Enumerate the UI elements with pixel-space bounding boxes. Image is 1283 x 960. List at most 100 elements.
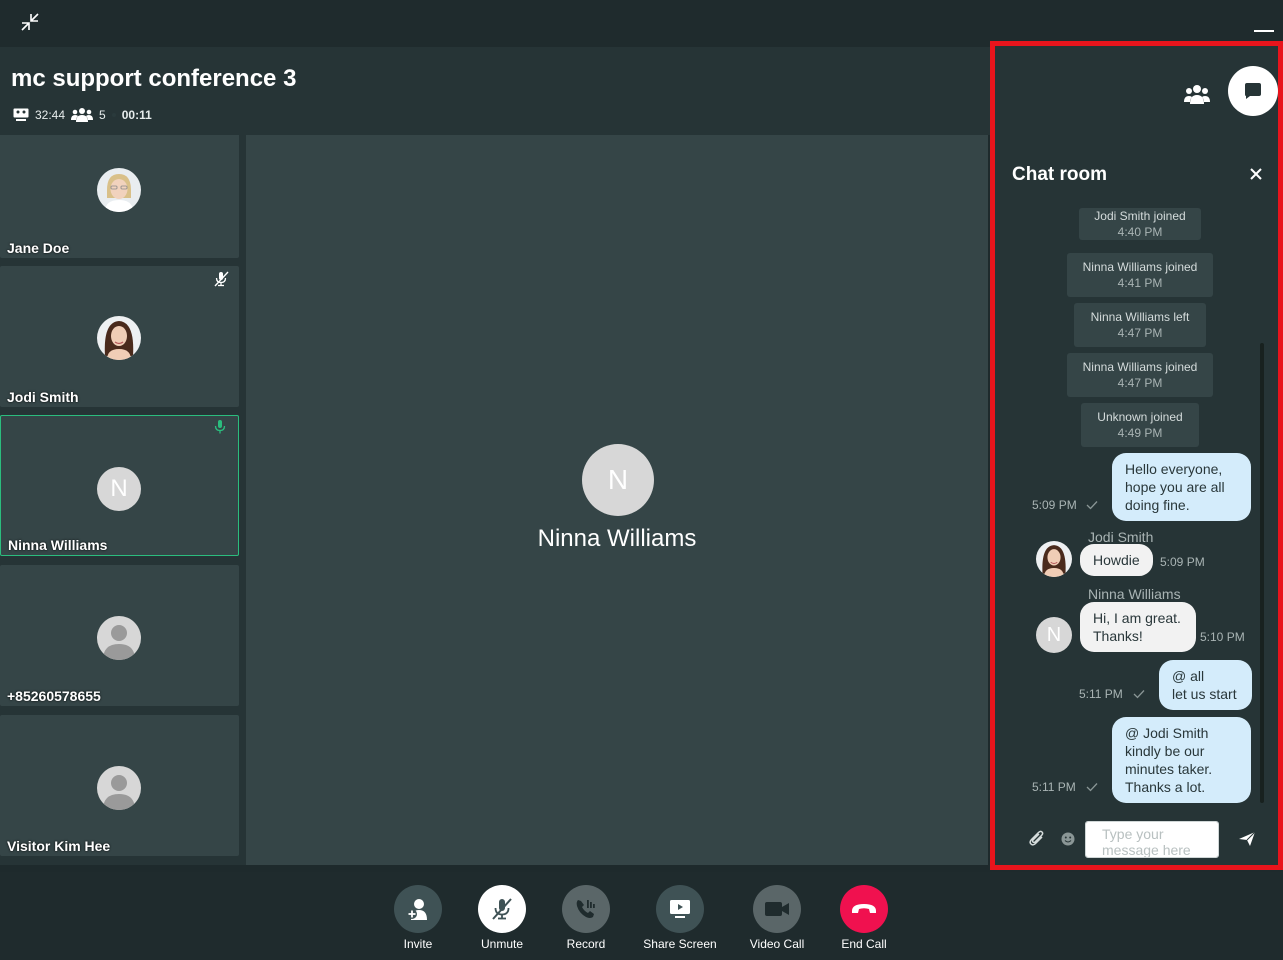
participant-tile[interactable]: Visitor Kim Hee bbox=[0, 715, 239, 856]
chat-scrollbar[interactable] bbox=[1260, 343, 1264, 803]
mic-muted-icon bbox=[214, 271, 229, 287]
message-time: 5:11 PM bbox=[1079, 687, 1123, 701]
chat-panel: Chat room Jodi Smith joined 4:40 PM Ninn… bbox=[990, 41, 1283, 870]
message-line: @ all bbox=[1172, 668, 1205, 684]
system-message: Jodi Smith joined 4:40 PM bbox=[1079, 208, 1201, 240]
chat-title: Chat room bbox=[1012, 164, 1107, 185]
message-time: 5:10 PM bbox=[1200, 630, 1245, 644]
avatar-photo bbox=[97, 168, 141, 212]
share-screen-button[interactable]: Share Screen bbox=[635, 885, 725, 951]
conference-header: mc support conference 3 32:44 5 00:11 bbox=[0, 47, 990, 135]
system-message: Ninna Williams joined 4:47 PM bbox=[1067, 353, 1213, 397]
end-call-button[interactable]: End Call bbox=[819, 885, 909, 951]
emoji-icon[interactable] bbox=[1061, 832, 1075, 846]
participant-tile-active[interactable]: N Ninna Williams bbox=[0, 415, 239, 556]
paperclip-icon[interactable] bbox=[1028, 829, 1046, 849]
system-message: Ninna Williams left 4:47 PM bbox=[1074, 303, 1206, 347]
close-icon[interactable] bbox=[1248, 166, 1264, 182]
system-message: Unknown joined 4:49 PM bbox=[1081, 403, 1199, 447]
message-line: hope you are all bbox=[1125, 479, 1225, 495]
invite-button[interactable]: Invite bbox=[373, 885, 463, 951]
video-call-button[interactable]: Video Call bbox=[732, 885, 822, 951]
participants-group-icon[interactable] bbox=[1184, 84, 1210, 106]
avatar-letter: N bbox=[97, 467, 141, 511]
call-controls-bar: Invite Unmute Record Share Screen Video … bbox=[0, 872, 1283, 960]
record-icon bbox=[576, 900, 595, 918]
invite-button-circle[interactable] bbox=[394, 885, 442, 933]
message-line: doing fine. bbox=[1125, 497, 1190, 513]
message-line: Thanks a lot. bbox=[1125, 779, 1206, 795]
chat-message-outgoing[interactable]: Hello everyone, hope you are all doing f… bbox=[1112, 453, 1251, 521]
video-camera-icon bbox=[765, 902, 789, 916]
checkmark-icon bbox=[1133, 690, 1145, 699]
sender-avatar bbox=[1036, 541, 1072, 577]
message-line: Howdie bbox=[1093, 552, 1140, 568]
end-call-button-circle[interactable] bbox=[840, 885, 888, 933]
participant-tile[interactable]: Jodi Smith bbox=[0, 266, 239, 407]
participants-icon bbox=[71, 108, 94, 122]
avatar-generic-icon bbox=[97, 766, 141, 810]
unmute-button[interactable]: Unmute bbox=[457, 885, 547, 951]
conference-stats: 32:44 5 00:11 bbox=[13, 108, 152, 122]
shrink-icon[interactable] bbox=[20, 12, 40, 32]
record-button[interactable]: Record bbox=[541, 885, 631, 951]
chat-toggle-button[interactable] bbox=[1228, 66, 1278, 116]
mic-speaking-icon bbox=[214, 420, 226, 434]
share-screen-button-circle[interactable] bbox=[656, 885, 704, 933]
system-message-time: 4:47 PM bbox=[1117, 326, 1163, 340]
video-call-button-circle[interactable] bbox=[753, 885, 801, 933]
participants-list: Jane Doe Jodi Smith N Ninna Williams +85… bbox=[0, 135, 246, 865]
avatar bbox=[97, 168, 141, 212]
separator-dot bbox=[111, 113, 116, 117]
chat-message-incoming[interactable]: Howdie bbox=[1080, 544, 1153, 576]
participant-name: +85260578655 bbox=[7, 688, 101, 704]
system-message: Ninna Williams joined 4:41 PM bbox=[1067, 253, 1213, 297]
conference-title: mc support conference 3 bbox=[11, 65, 297, 92]
main-stage: N Ninna Williams bbox=[246, 135, 988, 865]
participant-tile[interactable]: Jane Doe bbox=[0, 135, 239, 258]
message-time: 5:09 PM bbox=[1160, 555, 1205, 569]
chat-message-outgoing[interactable]: @ Jodi Smith kindly be our minutes taker… bbox=[1112, 717, 1251, 803]
system-message-time: 4:49 PM bbox=[1117, 426, 1163, 440]
control-label: Unmute bbox=[480, 937, 524, 951]
send-icon[interactable] bbox=[1238, 831, 1256, 847]
chat-message-incoming[interactable]: Hi, I am great. Thanks! bbox=[1080, 602, 1196, 652]
avatar bbox=[97, 316, 141, 360]
stage-avatar: N bbox=[582, 444, 654, 516]
system-message-text: Unknown joined bbox=[1097, 410, 1183, 424]
message-line: Hello everyone, bbox=[1125, 461, 1223, 477]
message-line: let us start bbox=[1172, 686, 1237, 702]
message-input[interactable] bbox=[1085, 821, 1219, 858]
mic-off-icon bbox=[492, 898, 512, 920]
system-message-text: Ninna Williams joined bbox=[1082, 260, 1198, 274]
chat-bubble-icon bbox=[1245, 83, 1261, 99]
system-message-text: Jodi Smith joined bbox=[1094, 209, 1186, 223]
system-message-text: Ninna Williams joined bbox=[1082, 360, 1198, 374]
chat-message-outgoing[interactable]: @ all let us start bbox=[1159, 660, 1252, 710]
control-label: Share Screen bbox=[643, 937, 717, 951]
call-timer: 00:11 bbox=[121, 108, 152, 122]
top-bar bbox=[0, 0, 1283, 47]
stage-speaker-name: Ninna Williams bbox=[537, 525, 697, 552]
participant-name: Visitor Kim Hee bbox=[7, 838, 111, 854]
record-button-circle[interactable] bbox=[562, 885, 610, 933]
invite-icon bbox=[407, 899, 427, 920]
participant-count: 5 bbox=[99, 108, 106, 122]
share-screen-icon bbox=[670, 900, 690, 918]
unmute-button-circle[interactable] bbox=[478, 885, 526, 933]
end-call-icon bbox=[852, 904, 876, 913]
message-sender: Jodi Smith bbox=[1088, 529, 1154, 545]
message-line: kindly be our bbox=[1125, 743, 1205, 759]
system-message-text: Ninna Williams left bbox=[1090, 310, 1190, 324]
checkmark-icon bbox=[1086, 783, 1098, 792]
system-message-time: 4:40 PM bbox=[1117, 225, 1163, 239]
participant-tile[interactable]: +85260578655 bbox=[0, 565, 239, 706]
control-label: Invite bbox=[403, 937, 433, 951]
control-label: End Call bbox=[841, 937, 887, 951]
screen-share-icon bbox=[13, 108, 29, 121]
avatar-generic-icon bbox=[97, 616, 141, 660]
avatar-photo bbox=[97, 316, 141, 360]
sender-avatar-letter: N bbox=[1036, 617, 1072, 653]
message-line: minutes taker. bbox=[1125, 761, 1213, 777]
minimize-icon[interactable] bbox=[1254, 30, 1274, 32]
